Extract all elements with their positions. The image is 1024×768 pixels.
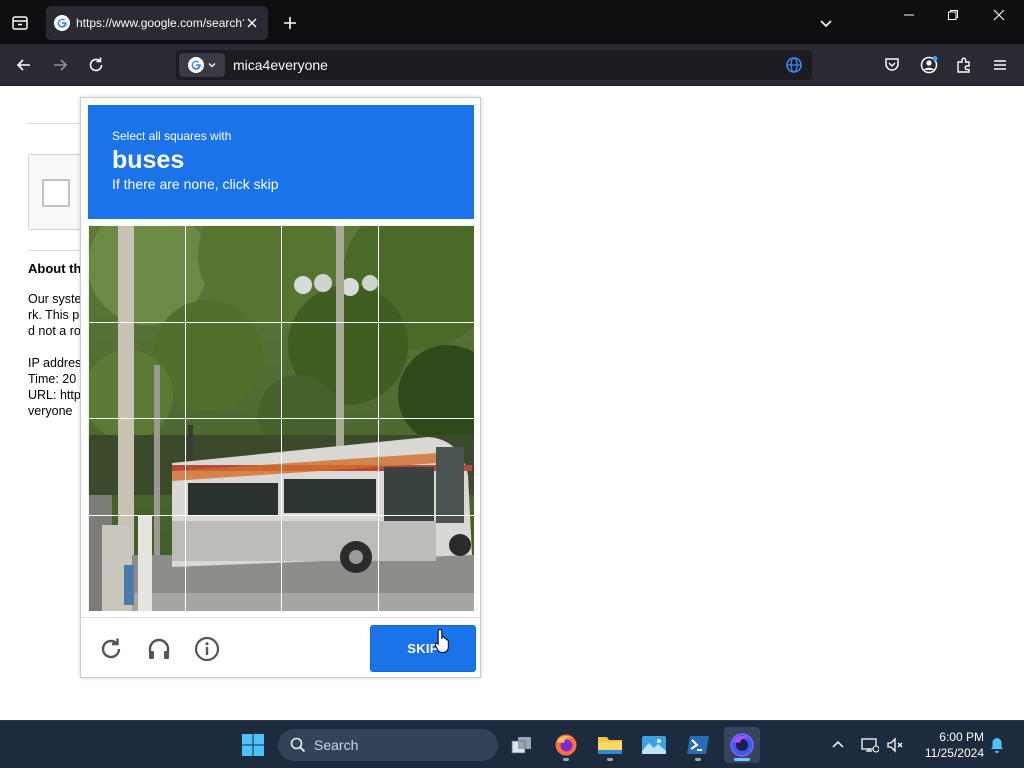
system-clock[interactable]: 6:00 PM 11/25/2024	[912, 729, 984, 761]
about-text-line: Time: 20	[28, 372, 77, 386]
back-icon[interactable]	[12, 53, 36, 77]
clock-time: 6:00 PM	[939, 730, 984, 744]
refresh-icon[interactable]	[95, 633, 127, 665]
image-tile-r2-c3[interactable]	[281, 321, 379, 419]
maximize-icon[interactable]	[930, 0, 976, 30]
instruction-subtext: If there are none, click skip	[112, 176, 279, 192]
volume-muted-icon[interactable]	[885, 735, 905, 755]
captcha-challenge-dialog: Select all squares with buses If there a…	[80, 97, 481, 678]
translate-icon[interactable]	[784, 55, 804, 75]
forward-icon[interactable]	[48, 53, 72, 77]
taskbar-search-box[interactable]: Search	[278, 729, 498, 761]
about-text-line: veryone	[28, 404, 73, 418]
info-icon[interactable]	[191, 633, 223, 665]
url-text[interactable]: mica4everyone	[233, 57, 784, 73]
running-indicator	[734, 758, 750, 761]
plus-icon[interactable]	[278, 11, 302, 35]
clock-date: 11/25/2024	[924, 746, 984, 760]
address-bar[interactable]: mica4everyone	[176, 50, 812, 80]
close-window-icon[interactable]	[976, 0, 1022, 30]
extensions-icon[interactable]	[952, 53, 976, 77]
running-indicator	[695, 758, 701, 761]
hand-cursor-icon	[434, 628, 449, 653]
about-heading: About th	[28, 261, 82, 276]
image-tile-r4-c4[interactable]	[377, 514, 474, 611]
about-text-line: d not a ro	[28, 324, 81, 338]
browser-tab-active[interactable]: https://www.google.com/search?q=mica4eve…	[46, 6, 268, 40]
account-icon[interactable]	[917, 53, 941, 77]
challenge-instructions: Select all squares with buses If there a…	[88, 105, 474, 219]
challenge-target: buses	[112, 146, 185, 174]
task-view-icon[interactable]	[504, 727, 540, 763]
windows-taskbar: Search 6:00 PM 11/25/2024	[0, 720, 1024, 768]
image-tile-r4-c2[interactable]	[184, 514, 282, 611]
running-indicator	[607, 758, 613, 761]
image-tile-r3-c2[interactable]	[184, 418, 282, 516]
divider	[28, 123, 88, 124]
search-icon	[290, 737, 306, 753]
search-placeholder: Search	[314, 737, 359, 753]
windows-start-icon[interactable]	[235, 727, 271, 763]
reload-icon[interactable]	[84, 53, 108, 77]
file-explorer-icon[interactable]	[592, 727, 628, 763]
headphones-icon[interactable]	[143, 633, 175, 665]
network-icon[interactable]	[860, 735, 880, 755]
minimize-icon[interactable]	[886, 0, 932, 30]
tab-title: https://www.google.com/search?q=mica4eve…	[76, 16, 244, 30]
chevron-up-icon[interactable]	[828, 735, 848, 755]
image-tile-r3-c1[interactable]	[88, 418, 186, 516]
chevron-down-icon	[207, 60, 217, 70]
image-tile-r1-c3[interactable]	[281, 225, 379, 323]
image-tile-r1-c1[interactable]	[88, 225, 186, 323]
firefox-nightly-icon[interactable]	[724, 727, 760, 763]
firefox-icon[interactable]	[548, 727, 584, 763]
about-text-line: rk. This p	[28, 308, 80, 322]
image-tile-r1-c2[interactable]	[184, 225, 282, 323]
image-tile-r4-c3[interactable]	[281, 514, 379, 611]
divider	[28, 250, 88, 251]
skip-button[interactable]: SKIP	[370, 625, 476, 672]
image-tile-r3-c4[interactable]	[377, 418, 474, 516]
browser-tabstrip: https://www.google.com/search?q=mica4eve…	[0, 0, 1024, 44]
image-tile-r4-c1[interactable]	[88, 514, 186, 611]
image-tile-r2-c4[interactable]	[377, 321, 474, 419]
powershell-icon[interactable]	[680, 727, 716, 763]
image-tile-r2-c1[interactable]	[88, 321, 186, 419]
site-identity-button[interactable]	[179, 53, 225, 77]
instruction-text: Select all squares with	[112, 129, 232, 143]
footer-divider	[81, 617, 480, 618]
chevron-down-icon[interactable]	[814, 11, 838, 35]
menu-icon[interactable]	[988, 53, 1012, 77]
about-text-line: URL: http	[28, 388, 81, 402]
close-icon[interactable]	[244, 15, 260, 31]
running-indicator	[563, 758, 569, 761]
pocket-icon[interactable]	[880, 53, 904, 77]
image-tile-grid	[88, 225, 474, 611]
image-tile-r3-c3[interactable]	[281, 418, 379, 516]
about-text-line: IP addres	[28, 356, 82, 370]
image-tile-r1-c4[interactable]	[377, 225, 474, 323]
google-favicon	[187, 57, 204, 73]
recaptcha-checkbox[interactable]	[42, 179, 70, 207]
tab-list-icon[interactable]	[8, 11, 32, 35]
photos-icon[interactable]	[636, 727, 672, 763]
navigation-toolbar: mica4everyone	[0, 44, 1024, 86]
google-favicon	[54, 15, 70, 31]
about-text-line: Our syste	[28, 292, 82, 306]
image-tile-r2-c2[interactable]	[184, 321, 282, 419]
notification-bell-icon[interactable]	[987, 735, 1007, 755]
